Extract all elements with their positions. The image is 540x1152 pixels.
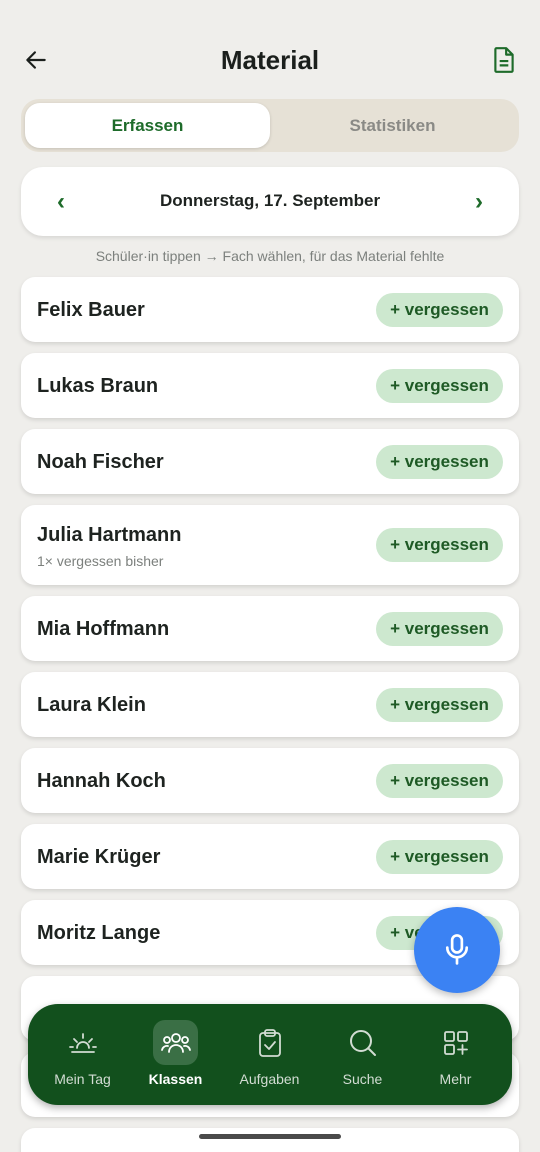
- page-title: Material: [220, 45, 320, 75]
- add-forgotten-button[interactable]: + vergessen: [376, 688, 503, 722]
- nav-klassen[interactable]: Klassen: [129, 1004, 222, 1105]
- nav-label: Mein Tag: [54, 1071, 111, 1087]
- student-name: Mia Hoffmann: [37, 618, 170, 640]
- student-name: Noah Fischer: [37, 451, 164, 473]
- student-name: Julia Hartmann: [37, 524, 182, 546]
- add-forgotten-button[interactable]: + vergessen: [376, 612, 503, 646]
- hint-text: Schüler·in tippen → Fach wählen, für das…: [95, 248, 445, 264]
- student-row[interactable]: Noah Fischer + vergessen: [21, 429, 519, 494]
- tab-statistiken[interactable]: Statistiken: [270, 103, 515, 148]
- student-row[interactable]: Lukas Braun + vergessen: [21, 353, 519, 418]
- student-name: Marie Krüger: [37, 846, 161, 868]
- date-selector: ‹ Donnerstag, 17. September ›: [21, 167, 519, 236]
- nav-icon-wrap: [247, 1020, 292, 1065]
- add-forgotten-button[interactable]: + vergessen: [376, 764, 503, 798]
- add-forgotten-button[interactable]: + vergessen: [376, 528, 503, 562]
- student-name: Lukas Braun: [37, 375, 159, 397]
- student-row[interactable]: Julia Hartmann 1× vergessen bisher + ver…: [21, 505, 519, 585]
- student-name: Felix Bauer: [37, 299, 145, 321]
- tab-erfassen[interactable]: Erfassen: [25, 103, 270, 148]
- student-name: Hannah Koch: [37, 770, 166, 792]
- nav-label: Aufgaben: [239, 1071, 300, 1087]
- home-indicator: [199, 1134, 341, 1139]
- nav-label: Mehr: [439, 1071, 472, 1087]
- nav-label: Suche: [342, 1071, 383, 1087]
- voice-input-button[interactable]: [414, 907, 500, 993]
- student-row[interactable]: Laura Klein + vergessen: [21, 672, 519, 737]
- nav-icon-wrap: [60, 1020, 105, 1065]
- add-forgotten-button[interactable]: + vergessen: [376, 840, 503, 874]
- sunrise-icon: [68, 1032, 97, 1053]
- mode-tabs: Erfassen Statistiken: [21, 99, 519, 152]
- add-forgotten-button[interactable]: + vergessen: [376, 445, 503, 479]
- student-row[interactable]: Marie Krüger + vergessen: [21, 824, 519, 889]
- document-icon: [494, 47, 514, 73]
- clipboard-check-icon: [258, 1028, 281, 1057]
- student-row[interactable]: Felix Bauer + vergessen: [21, 277, 519, 342]
- export-document-button[interactable]: [486, 42, 522, 78]
- search-icon: [349, 1029, 376, 1056]
- app-header: Material: [0, 30, 540, 90]
- nav-suche[interactable]: Suche: [316, 1004, 409, 1105]
- nav-icon-wrap: [433, 1020, 478, 1065]
- add-forgotten-button[interactable]: + vergessen: [376, 369, 503, 403]
- grid-plus-icon: [443, 1030, 468, 1055]
- nav-label: Klassen: [148, 1071, 203, 1087]
- nav-mehr[interactable]: Mehr: [409, 1004, 502, 1105]
- student-name: Moritz Lange: [37, 922, 161, 944]
- nav-aufgaben[interactable]: Aufgaben: [223, 1004, 316, 1105]
- student-row[interactable]: Mia Hoffmann + vergessen: [21, 596, 519, 661]
- student-row[interactable]: Hannah Koch + vergessen: [21, 748, 519, 813]
- forgotten-count: 1× vergessen bisher: [37, 553, 164, 569]
- microphone-icon: [445, 934, 469, 965]
- bottom-navigation: Mein Tag Klassen Aufgaben Suche Mehr: [28, 1004, 512, 1105]
- nav-mein-tag[interactable]: Mein Tag: [36, 1004, 129, 1105]
- date-label: Donnerstag, 17. September: [159, 191, 381, 210]
- next-day-button[interactable]: ›: [461, 184, 497, 220]
- nav-icon-wrap: [340, 1020, 385, 1065]
- nav-icon-wrap: [153, 1020, 198, 1065]
- add-forgotten-button[interactable]: + vergessen: [376, 293, 503, 327]
- student-row-partial[interactable]: [21, 1128, 519, 1152]
- student-name: Laura Klein: [37, 694, 146, 716]
- people-icon: [160, 1032, 191, 1053]
